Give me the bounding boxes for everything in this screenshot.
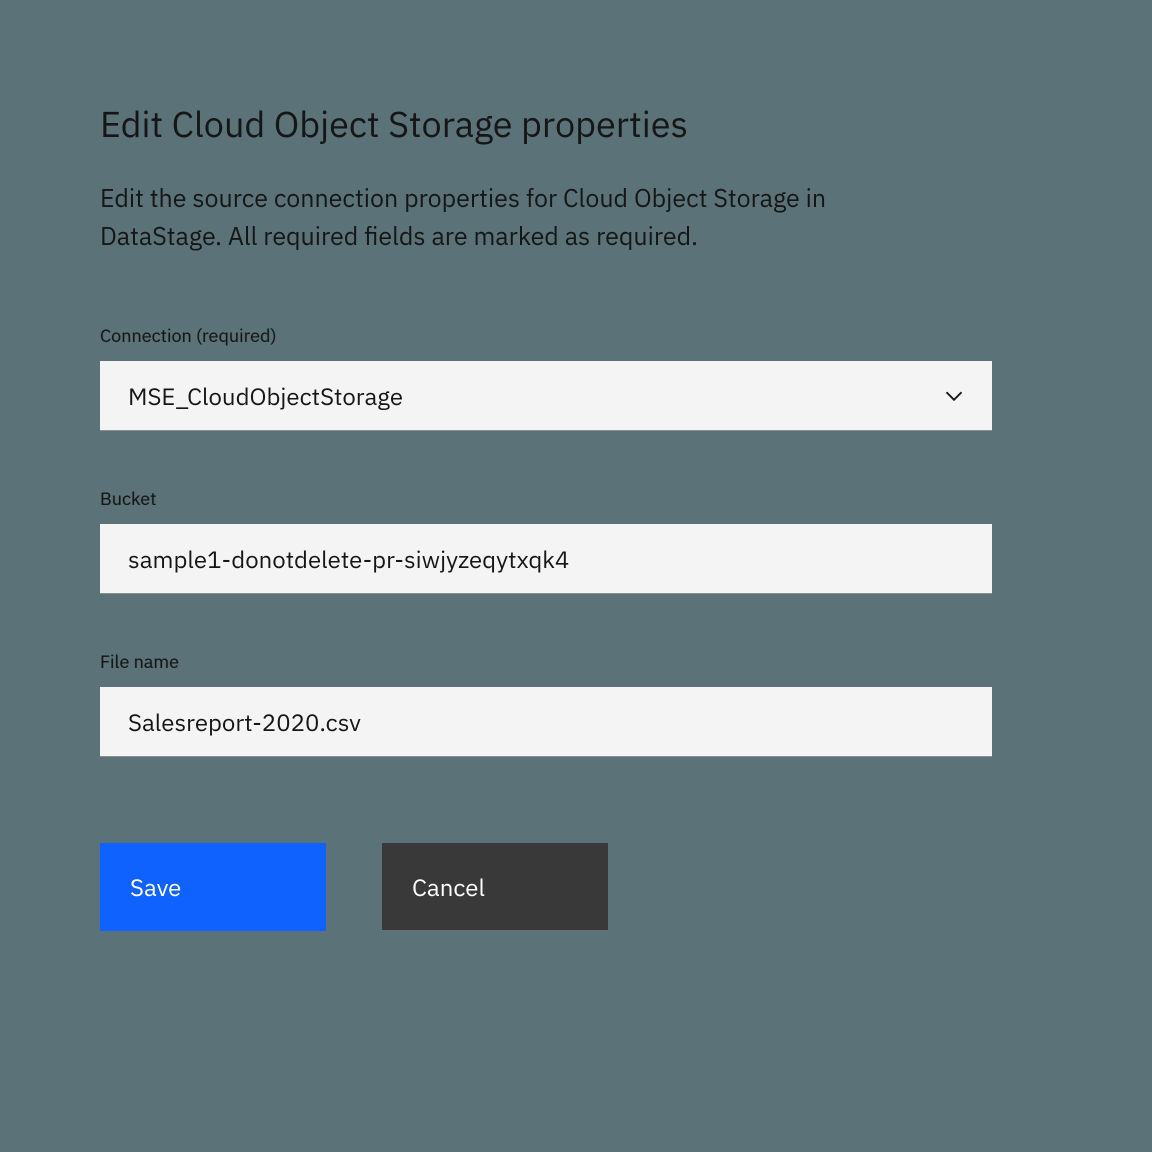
- filename-label: File name: [100, 650, 992, 673]
- connection-value: MSE_CloudObjectStorage: [128, 380, 944, 412]
- page-description: Edit the source connection properties fo…: [100, 179, 860, 254]
- connection-dropdown[interactable]: MSE_CloudObjectStorage: [100, 361, 992, 431]
- chevron-down-icon: [944, 386, 964, 406]
- cancel-button[interactable]: Cancel: [382, 843, 608, 931]
- page-title: Edit Cloud Object Storage properties: [100, 100, 992, 147]
- filename-input[interactable]: [100, 687, 992, 757]
- save-button[interactable]: Save: [100, 843, 326, 931]
- bucket-input[interactable]: [100, 524, 992, 594]
- connection-label: Connection (required): [100, 324, 992, 347]
- bucket-label: Bucket: [100, 487, 992, 510]
